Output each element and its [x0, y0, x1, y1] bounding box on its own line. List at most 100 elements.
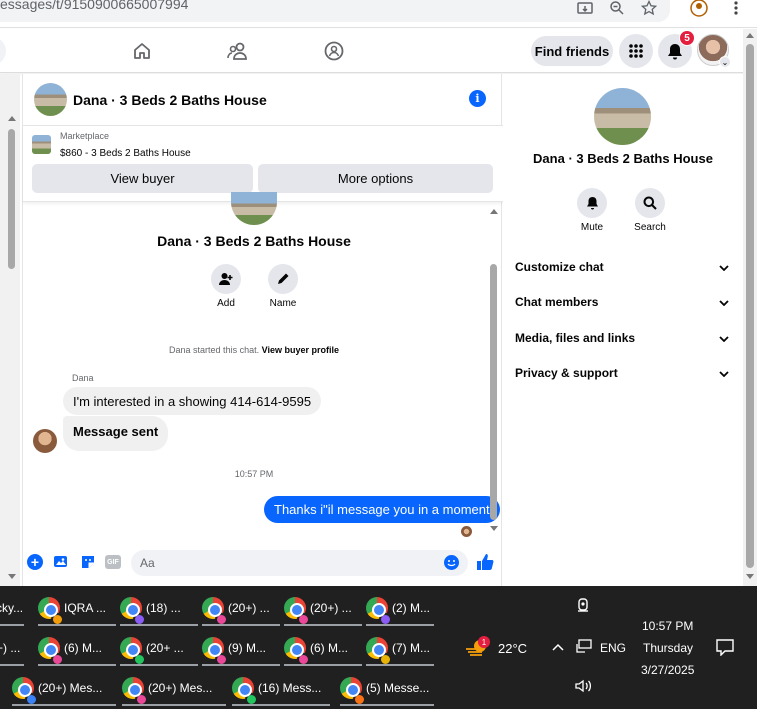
- taskbar-window[interactable]: +) ...: [0, 630, 26, 666]
- view-buyer-button[interactable]: View buyer: [32, 164, 253, 193]
- weather-badge: 1: [478, 636, 490, 648]
- weather-temperature[interactable]: 22°C: [498, 641, 527, 656]
- taskbar-window[interactable]: cky...: [0, 590, 26, 626]
- taskbar-window[interactable]: (20+) Mes...: [12, 670, 118, 706]
- taskbar-window-label: IQRA ...: [64, 601, 107, 615]
- browser-menu-icon[interactable]: [726, 0, 746, 18]
- sender-avatar[interactable]: [33, 429, 57, 453]
- page-scroll-thumb[interactable]: [746, 44, 754, 568]
- install-app-icon[interactable]: [575, 0, 595, 18]
- chrome-icon: [12, 677, 38, 706]
- message-input[interactable]: Aa: [131, 550, 468, 576]
- taskbar-window[interactable]: (2) M...: [366, 590, 436, 626]
- scroll-down-arrow-icon[interactable]: [8, 574, 16, 579]
- taskbar-window[interactable]: (20+) ...: [284, 590, 364, 626]
- chat-scroll-up-icon[interactable]: [490, 209, 498, 214]
- taskbar-window[interactable]: IQRA ...: [38, 590, 118, 626]
- meet-now-icon[interactable]: [576, 598, 590, 617]
- customize-chat-section[interactable]: Customize chat: [515, 257, 729, 277]
- privacy-support-section[interactable]: Privacy & support: [515, 363, 729, 383]
- plus-icon[interactable]: +: [27, 554, 43, 570]
- groups-icon[interactable]: [320, 37, 348, 65]
- find-friends-button[interactable]: Find friends: [531, 36, 613, 66]
- network-icon[interactable]: [576, 639, 592, 656]
- menu-grid-button[interactable]: [619, 34, 653, 68]
- chat-scroll-thumb[interactable]: [490, 264, 497, 520]
- sticker-icon[interactable]: [80, 554, 96, 575]
- conversation-list-scrollbar[interactable]: [0, 74, 20, 586]
- thumbs-up-icon[interactable]: [476, 553, 494, 576]
- show-hidden-icons-chevron-icon[interactable]: [552, 640, 564, 654]
- chat-title[interactable]: Dana · 3 Beds 2 Baths House: [73, 92, 267, 108]
- chrome-icon: [38, 637, 64, 666]
- taskbar-window[interactable]: (6) M...: [284, 630, 364, 666]
- taskbar-window-label: (20+) ...: [228, 601, 270, 615]
- outgoing-message[interactable]: Thanks i"il message you in a moment: [264, 496, 500, 523]
- section-label: Customize chat: [515, 260, 604, 274]
- photo-icon[interactable]: [53, 554, 69, 575]
- mute-button[interactable]: [577, 188, 607, 218]
- notification-center-icon[interactable]: [716, 639, 734, 659]
- facebook-top-nav: Find friends 5 ⌄: [0, 29, 757, 73]
- view-buyer-profile-link[interactable]: View buyer profile: [262, 345, 339, 355]
- intro-avatar: [231, 192, 277, 225]
- incoming-message[interactable]: I'm interested in a showing 414-614-9595: [63, 387, 322, 415]
- search-in-chat-button[interactable]: [635, 188, 665, 218]
- page-scrollbar[interactable]: [743, 29, 757, 586]
- taskbar-window-label: (9) M...: [228, 641, 266, 655]
- media-files-links-section[interactable]: Media, files and links: [515, 328, 729, 348]
- page-scroll-up-icon[interactable]: [746, 33, 754, 38]
- home-icon[interactable]: [128, 37, 156, 65]
- chat-avatar[interactable]: [34, 83, 67, 116]
- info-icon[interactable]: i: [469, 90, 486, 107]
- taskbar-window-label: +) ...: [0, 641, 21, 655]
- add-person-icon: [219, 273, 233, 285]
- chevron-down-icon: [719, 295, 729, 309]
- chat-scrollbar[interactable]: [487, 206, 501, 536]
- gif-icon[interactable]: GIF: [105, 555, 121, 569]
- taskbar-window[interactable]: (16) Mess...: [232, 670, 332, 706]
- more-options-button[interactable]: More options: [258, 164, 493, 193]
- page-scroll-down-icon[interactable]: [746, 574, 754, 579]
- chat-scroll-down-icon[interactable]: [490, 526, 498, 531]
- profile-icon[interactable]: [689, 0, 709, 18]
- chrome-icon: [120, 597, 146, 626]
- taskbar-window[interactable]: (6) M...: [38, 630, 118, 666]
- friends-icon[interactable]: [224, 37, 252, 65]
- chat-members-section[interactable]: Chat members: [515, 292, 729, 312]
- chrome-icon: [120, 637, 146, 666]
- add-people-button[interactable]: [211, 264, 241, 294]
- taskbar-window[interactable]: (20+) Mes...: [122, 670, 228, 706]
- language-indicator[interactable]: ENG: [600, 641, 626, 655]
- taskbar-window[interactable]: (7) M...: [366, 630, 436, 666]
- taskbar-window[interactable]: (18) ...: [120, 590, 200, 626]
- address-bar[interactable]: essages/t/9150900665007994: [0, 0, 670, 22]
- name-chat-button[interactable]: [268, 264, 298, 294]
- taskbar-window-label: (16) Mess...: [258, 681, 322, 695]
- bookmark-star-icon[interactable]: [639, 0, 659, 18]
- clock-date[interactable]: 3/27/2025: [641, 663, 694, 677]
- listing-thumbnail[interactable]: [32, 135, 51, 154]
- emoji-icon[interactable]: [444, 555, 459, 570]
- scroll-thumb[interactable]: [8, 129, 15, 269]
- taskbar-window[interactable]: (20+ ...: [120, 630, 200, 666]
- taskbar-window[interactable]: (20+) ...: [202, 590, 282, 626]
- search-field-edge[interactable]: [0, 37, 6, 65]
- incoming-message[interactable]: Message sent: [63, 416, 169, 451]
- taskbar-window-label: (6) M...: [64, 641, 102, 655]
- clock-day[interactable]: Thursday: [643, 641, 693, 655]
- chrome-icon: [38, 597, 64, 626]
- listing-title[interactable]: $860 - 3 Beds 2 Baths House: [60, 148, 191, 159]
- scroll-up-arrow-icon[interactable]: [8, 116, 16, 121]
- taskbar-window[interactable]: (5) Messe...: [340, 670, 436, 706]
- details-avatar[interactable]: [594, 88, 651, 145]
- chrome-icon: [284, 597, 310, 626]
- account-chevron-icon[interactable]: ⌄: [719, 56, 731, 68]
- taskbar-window[interactable]: (9) M...: [202, 630, 282, 666]
- zoom-icon[interactable]: [607, 0, 627, 18]
- taskbar-window-label: (20+) ...: [310, 601, 352, 615]
- clock-time[interactable]: 10:57 PM: [642, 619, 693, 633]
- section-label: Media, files and links: [515, 331, 636, 345]
- volume-icon[interactable]: [575, 679, 593, 696]
- pencil-icon: [278, 273, 289, 284]
